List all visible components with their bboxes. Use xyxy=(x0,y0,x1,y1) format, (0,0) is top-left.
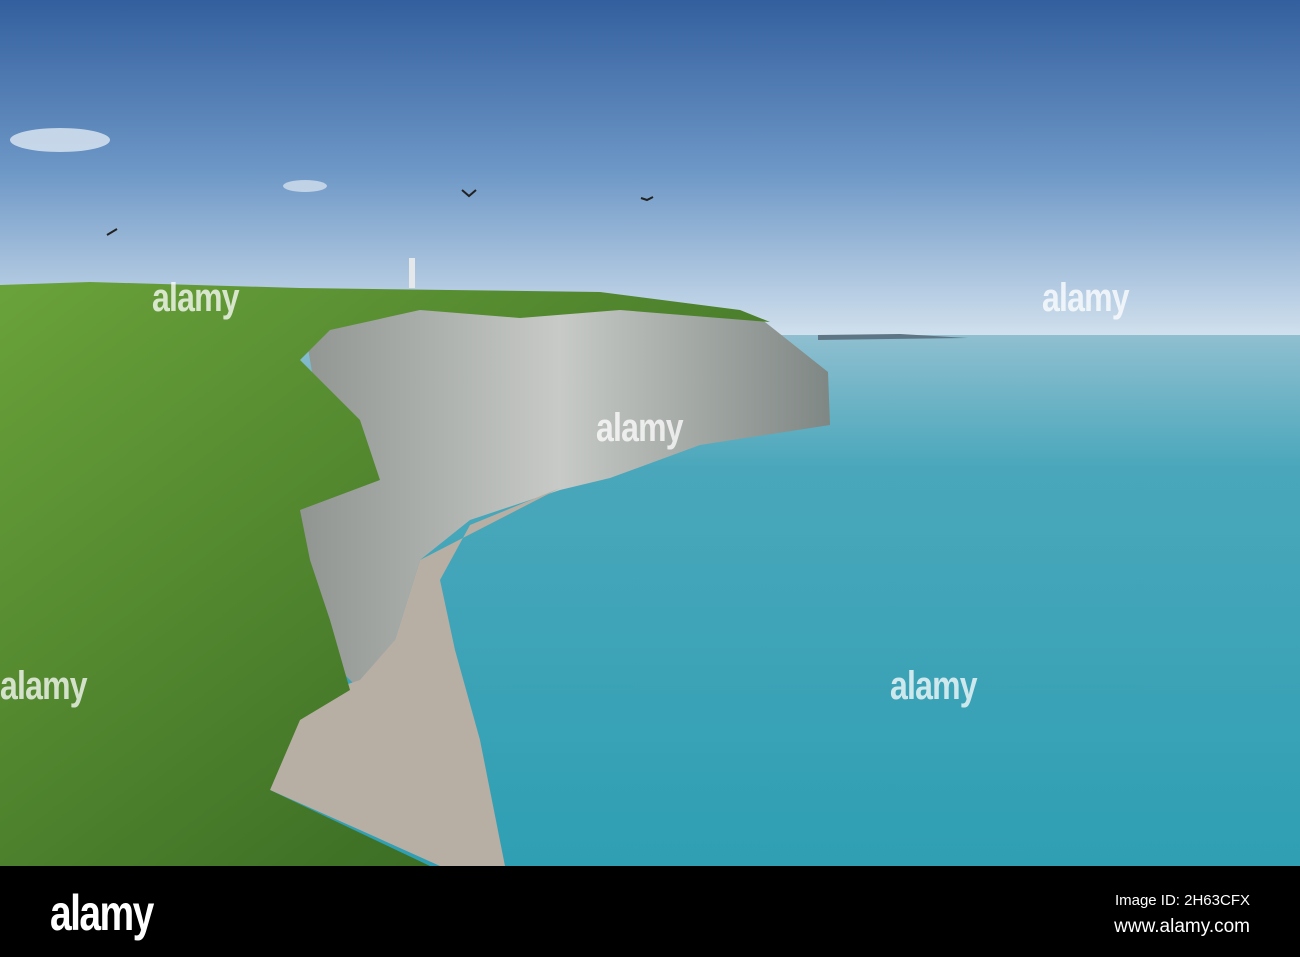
watermark: alamy xyxy=(1042,276,1130,320)
site-url: www.alamy.com xyxy=(1114,916,1250,937)
watermark: alamy xyxy=(0,664,88,708)
lighthouse xyxy=(409,258,415,288)
cloud xyxy=(10,128,110,152)
footer-bar: alamy Image ID: 2H63CFX www.alamy.com xyxy=(0,866,1300,957)
watermark: alamy xyxy=(890,664,978,708)
photo-stage: alamy alamy alamy alamy alamy alamy Imag… xyxy=(0,0,1300,957)
cloud xyxy=(283,180,327,192)
watermark: alamy xyxy=(596,406,684,450)
alamy-logo: alamy xyxy=(50,885,154,941)
watermark: alamy xyxy=(152,276,240,320)
image-id: Image ID: 2H63CFX xyxy=(1114,892,1250,909)
